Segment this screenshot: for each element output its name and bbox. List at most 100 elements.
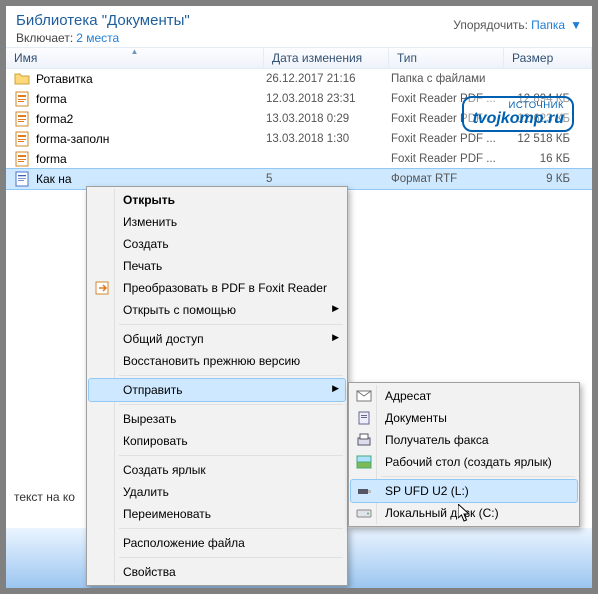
menu-separator bbox=[119, 375, 343, 376]
table-row[interactable]: forma-заполн13.03.2018 1:30Foxit Reader … bbox=[6, 129, 592, 149]
fax-icon bbox=[356, 432, 372, 448]
menu-item[interactable]: Адресат bbox=[351, 385, 577, 407]
library-title: Библиотека "Документы" bbox=[16, 12, 190, 29]
mail-icon bbox=[356, 388, 372, 404]
menu-item[interactable]: SP UFD U2 (L:) bbox=[351, 480, 577, 502]
file-name: forma2 bbox=[36, 112, 266, 126]
file-size: 12 518 КБ bbox=[506, 133, 592, 145]
file-type: Папка с файлами bbox=[391, 73, 506, 85]
source-watermark: ИСТОЧНИК tvojkomp.ru bbox=[462, 96, 574, 132]
includes-link[interactable]: 2 места bbox=[76, 31, 119, 45]
file-type: Foxit Reader PDF ... bbox=[391, 133, 506, 145]
menu-item-label: Вырезать bbox=[123, 412, 176, 426]
file-name: forma bbox=[36, 152, 266, 166]
menu-separator bbox=[119, 557, 343, 558]
context-menu: Открыть Изменить Создать Печать Преобразоват… bbox=[86, 186, 348, 586]
menu-item[interactable]: Свойства bbox=[89, 561, 345, 583]
menu-separator bbox=[119, 324, 343, 325]
menu-item[interactable]: Расположение файла bbox=[89, 532, 345, 554]
file-name: forma-заполн bbox=[36, 132, 266, 146]
desktop-icon bbox=[356, 454, 372, 470]
explorer-window: Библиотека "Документы" Включает: 2 места… bbox=[6, 6, 592, 588]
foxit-icon bbox=[14, 111, 30, 127]
menu-item[interactable]: Преобразовать в PDF в Foxit Reader bbox=[89, 277, 345, 299]
menu-item-label: SP UFD U2 (L:) bbox=[385, 484, 469, 498]
truncated-tooltip-text: текст на ко bbox=[14, 490, 75, 504]
menu-item-label: Печать bbox=[123, 259, 162, 273]
file-name: forma bbox=[36, 92, 266, 106]
menu-separator bbox=[381, 476, 575, 477]
menu-item-label: Свойства bbox=[123, 565, 176, 579]
folder-icon bbox=[14, 71, 30, 87]
file-date: 13.03.2018 1:30 bbox=[266, 133, 391, 145]
disk-icon bbox=[356, 505, 372, 521]
menu-separator bbox=[119, 528, 343, 529]
menu-item-label: Рабочий стол (создать ярлык) bbox=[385, 455, 552, 469]
menu-item[interactable]: Переименовать bbox=[89, 503, 345, 525]
menu-item[interactable]: Общий доступ ▶ bbox=[89, 328, 345, 350]
menu-item-label: Расположение файла bbox=[123, 536, 245, 550]
menu-item[interactable]: Отправить ▶ bbox=[89, 379, 345, 401]
col-name[interactable]: ▲ Имя bbox=[6, 48, 264, 68]
includes-line: Включает: 2 места bbox=[16, 31, 190, 45]
column-headers[interactable]: ▲ Имя Дата изменения Тип Размер bbox=[6, 47, 592, 69]
menu-separator bbox=[119, 404, 343, 405]
menu-item-label: Адресат bbox=[385, 389, 431, 403]
chevron-down-icon: ▼ bbox=[568, 18, 582, 32]
menu-item[interactable]: Вырезать bbox=[89, 408, 345, 430]
file-size: 9 КБ bbox=[506, 173, 592, 185]
menu-item-label: Удалить bbox=[123, 485, 169, 499]
menu-separator bbox=[119, 455, 343, 456]
menu-item-label: Общий доступ bbox=[123, 332, 204, 346]
menu-item-label: Преобразовать в PDF в Foxit Reader bbox=[123, 281, 327, 295]
menu-item-label: Открыть с помощью bbox=[123, 303, 236, 317]
file-name: Ротавитка bbox=[36, 72, 266, 86]
arrange-by[interactable]: Упорядочить: Папка ▼ bbox=[453, 18, 582, 32]
file-date: 5 bbox=[266, 173, 391, 185]
menu-item-label: Документы bbox=[385, 411, 447, 425]
menu-item[interactable]: Удалить bbox=[89, 481, 345, 503]
table-row[interactable]: Ротавитка26.12.2017 21:16Папка с файлами bbox=[6, 69, 592, 89]
col-type[interactable]: Тип bbox=[389, 48, 504, 68]
menu-item-label: Локальный диск (C:) bbox=[385, 506, 499, 520]
submenu-arrow-icon: ▶ bbox=[332, 332, 339, 343]
menu-item-label: Изменить bbox=[123, 215, 177, 229]
submenu-arrow-icon: ▶ bbox=[332, 303, 339, 314]
col-date[interactable]: Дата изменения bbox=[264, 48, 389, 68]
menu-item[interactable]: Создать bbox=[89, 233, 345, 255]
menu-item[interactable]: Открыть bbox=[89, 189, 345, 211]
submenu-arrow-icon: ▶ bbox=[332, 383, 339, 394]
sendto-submenu: Адресат Документы Получатель факса Рабочий … bbox=[348, 382, 580, 527]
menu-item-label: Восстановить прежнюю версию bbox=[123, 354, 300, 368]
foxit-icon bbox=[14, 151, 30, 167]
foxit-icon bbox=[14, 91, 30, 107]
menu-item[interactable]: Документы bbox=[351, 407, 577, 429]
table-row[interactable]: forma Foxit Reader PDF ...16 КБ bbox=[6, 149, 592, 169]
col-size[interactable]: Размер bbox=[504, 48, 592, 68]
sort-asc-icon: ▲ bbox=[131, 47, 139, 56]
file-type: Foxit Reader PDF ... bbox=[391, 153, 506, 165]
foxit-icon bbox=[14, 131, 30, 147]
menu-item[interactable]: Печать bbox=[89, 255, 345, 277]
usb-icon bbox=[356, 483, 372, 499]
menu-item[interactable]: Открыть с помощью ▶ bbox=[89, 299, 345, 321]
menu-item[interactable]: Изменить bbox=[89, 211, 345, 233]
menu-item[interactable]: Рабочий стол (создать ярлык) bbox=[351, 451, 577, 473]
menu-item[interactable]: Получатель факса bbox=[351, 429, 577, 451]
file-name: Как на bbox=[36, 172, 266, 186]
menu-item-label: Создать ярлык bbox=[123, 463, 206, 477]
menu-item[interactable]: Локальный диск (C:) bbox=[351, 502, 577, 524]
rtf-icon bbox=[14, 171, 30, 187]
file-size: 16 КБ bbox=[506, 153, 592, 165]
menu-item[interactable]: Создать ярлык bbox=[89, 459, 345, 481]
menu-item-label: Отправить bbox=[123, 383, 183, 397]
menu-item-label: Открыть bbox=[123, 193, 175, 207]
menu-item-label: Копировать bbox=[123, 434, 188, 448]
menu-item[interactable]: Восстановить прежнюю версию bbox=[89, 350, 345, 372]
menu-item-label: Получатель факса bbox=[385, 433, 489, 447]
foxit-convert-icon bbox=[94, 280, 110, 296]
file-date: 13.03.2018 0:29 bbox=[266, 113, 391, 125]
menu-item[interactable]: Копировать bbox=[89, 430, 345, 452]
file-date: 26.12.2017 21:16 bbox=[266, 73, 391, 85]
menu-item-label: Переименовать bbox=[123, 507, 211, 521]
